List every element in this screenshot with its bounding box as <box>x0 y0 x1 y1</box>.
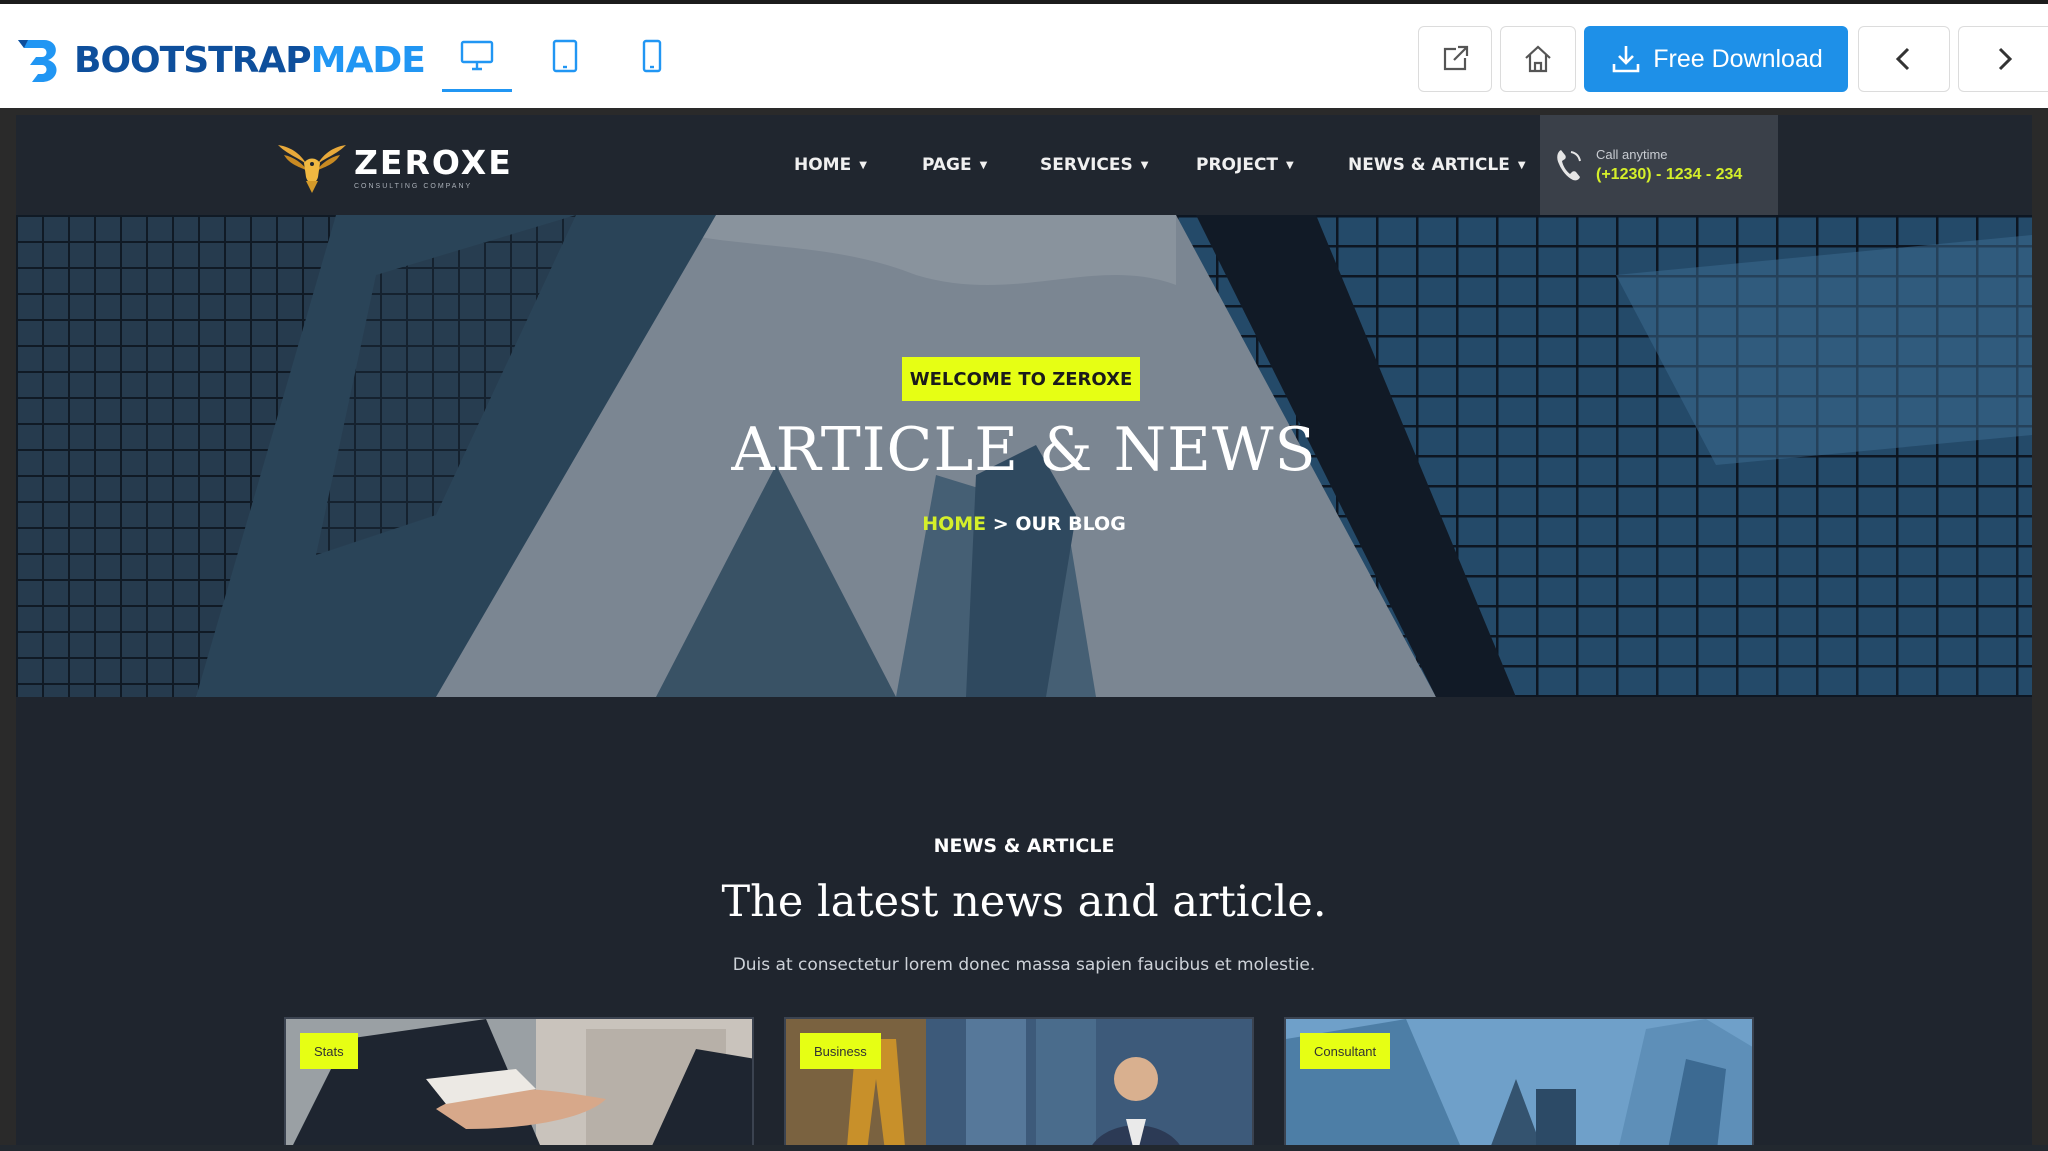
caret-down-icon: ▼ <box>1517 159 1526 171</box>
preview-toolbar: BOOTSTRAPMADE Free Download <box>0 0 2048 108</box>
call-number: (+1230) - 1234 - 234 <box>1596 165 1743 183</box>
nav-home[interactable]: HOME ▼ <box>794 155 867 175</box>
caret-down-icon: ▼ <box>859 159 867 171</box>
home-icon <box>1525 45 1551 73</box>
tablet-icon <box>552 39 578 73</box>
site-header: ZEROXE CONSULTING COMPANY HOME ▼ PAGE ▼ SE… <box>16 115 2032 215</box>
chevron-right-icon <box>1998 47 2012 71</box>
template-preview-frame: ZEROXE CONSULTING COMPANY HOME ▼ PAGE ▼ SE… <box>16 115 2032 1145</box>
article-card[interactable]: Stats <box>284 1017 754 1145</box>
nav-services-label: SERVICES <box>1040 155 1133 175</box>
tablet-view-button[interactable] <box>530 34 600 92</box>
breadcrumb-home-link[interactable]: HOME <box>922 513 986 535</box>
breadcrumb-current: OUR BLOG <box>1015 513 1126 535</box>
card-category-tag[interactable]: Business <box>800 1033 881 1069</box>
nav-page-label: PAGE <box>922 155 972 175</box>
eagle-icon <box>278 145 346 193</box>
phone-call-icon <box>1557 150 1581 181</box>
breadcrumb-separator: > <box>986 513 1016 535</box>
chevron-left-icon <box>1895 47 1910 71</box>
free-download-label: Free Download <box>1653 44 1823 73</box>
nav-home-label: HOME <box>794 155 852 175</box>
article-card[interactable]: Business <box>784 1017 1254 1145</box>
free-download-button[interactable]: Free Download <box>1584 26 1848 92</box>
desktop-view-button[interactable] <box>442 34 512 92</box>
section-title: The latest news and article. <box>721 877 1327 927</box>
card-category-tag[interactable]: Stats <box>300 1033 358 1069</box>
download-icon <box>1612 46 1640 73</box>
open-new-window-button[interactable] <box>1418 26 1492 92</box>
welcome-badge: WELCOME TO ZEROXE <box>902 357 1140 401</box>
external-link-icon <box>1443 45 1469 71</box>
previous-template-button[interactable] <box>1858 26 1950 92</box>
bootstrapmade-logo[interactable]: BOOTSTRAPMADE <box>14 32 426 88</box>
card-category-tag[interactable]: Consultant <box>1300 1033 1391 1069</box>
bootstrapmade-logo-icon <box>18 40 57 82</box>
breadcrumb: HOME > OUR BLOG <box>16 513 2032 535</box>
zeroxe-logo[interactable]: ZEROXE CONSULTING COMPANY <box>274 137 513 195</box>
nav-news-article-label: NEWS & ARTICLE <box>1348 155 1510 175</box>
nav-project[interactable]: PROJECT ▼ <box>1196 155 1294 175</box>
preview-bottom-edge <box>0 1145 2048 1151</box>
caret-down-icon: ▼ <box>1286 159 1294 171</box>
section-kicker: NEWS & ARTICLE <box>933 835 1115 857</box>
caret-down-icon: ▼ <box>1140 159 1149 171</box>
section-description: Duis at consectetur lorem donec massa sa… <box>732 955 1316 975</box>
nav-project-label: PROJECT <box>1196 155 1279 175</box>
home-button[interactable] <box>1500 26 1576 92</box>
nav-services[interactable]: SERVICES ▼ <box>1040 155 1148 175</box>
call-label: Call anytime <box>1596 146 1668 162</box>
page-title: ARTICLE & NEWS <box>731 415 1317 485</box>
article-card[interactable]: Consultant <box>1284 1017 1754 1145</box>
phone-icon <box>642 39 662 73</box>
nav-page[interactable]: PAGE ▼ <box>922 155 987 175</box>
bootstrapmade-wordmark: BOOTSTRAPMADE <box>74 39 426 81</box>
caret-down-icon: ▼ <box>979 159 988 171</box>
desktop-icon <box>460 40 494 71</box>
next-template-button[interactable] <box>1958 26 2048 92</box>
zeroxe-logo-tagline: CONSULTING COMPANY <box>354 182 473 190</box>
zeroxe-logo-name: ZEROXE <box>354 142 513 182</box>
page-hero: WELCOME TO ZEROXE ARTICLE & NEWS HOME > … <box>16 215 2032 697</box>
phone-view-button[interactable] <box>617 34 687 92</box>
call-anytime-box[interactable]: Call anytime (+1230) - 1234 - 234 <box>1540 115 1778 215</box>
nav-news-article[interactable]: NEWS & ARTICLE ▼ <box>1348 155 1526 175</box>
